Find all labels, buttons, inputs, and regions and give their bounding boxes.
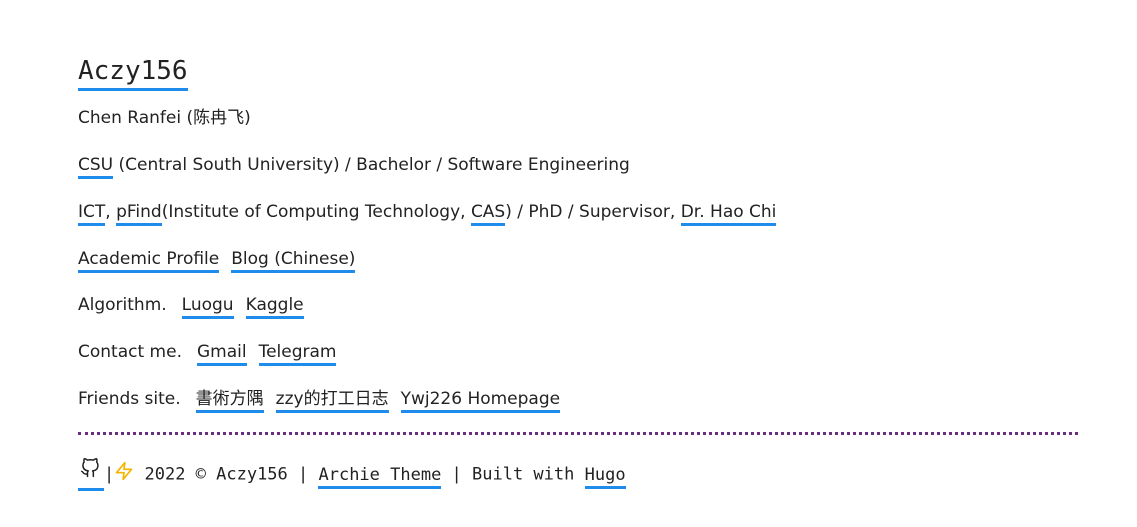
gmail-link[interactable]: Gmail: [196, 342, 247, 366]
pfind-link[interactable]: pFind: [116, 202, 162, 226]
archie-theme-link[interactable]: Archie Theme: [318, 464, 442, 489]
education-line: CSU (Central South University) / Bachelo…: [78, 153, 630, 179]
friend-site-1-link[interactable]: 書術方隅: [195, 389, 264, 413]
csu-link[interactable]: CSU: [78, 155, 114, 179]
kaggle-link[interactable]: Kaggle: [245, 295, 304, 319]
footer: | 2022 © Aczy156 | Archie Theme | Built …: [78, 458, 626, 491]
telegram-link[interactable]: Telegram: [258, 342, 337, 366]
friends-line: Friends site. 書術方隅 zzy的打工日志 Ywj226 Homepage: [78, 387, 561, 413]
site-title-link[interactable]: Aczy156: [78, 54, 188, 91]
phd-text: ) / PhD / Supervisor,: [505, 202, 681, 222]
supervisor-link[interactable]: Dr. Hao Chi: [680, 202, 777, 226]
education-text: (Central South University) / Bachelor / …: [113, 155, 630, 175]
research-line: ICT, pFind(Institute of Computing Techno…: [78, 200, 777, 226]
contact-line: Contact me. Gmail Telegram: [78, 340, 337, 366]
github-icon[interactable]: [78, 458, 104, 491]
friends-label: Friends site.: [78, 389, 181, 409]
comma-text: ,: [105, 202, 117, 222]
copyright-text: 2022 © Aczy156 |: [134, 464, 319, 485]
footer-pipe: |: [104, 464, 115, 485]
lightning-icon[interactable]: [114, 460, 134, 490]
name-text: Chen Ranfei (陈冉飞): [78, 108, 251, 128]
algorithm-line: Algorithm. Luogu Kaggle: [78, 293, 304, 319]
built-with-text: | Built with: [441, 464, 585, 485]
algorithm-label: Algorithm.: [78, 295, 167, 315]
hugo-link[interactable]: Hugo: [584, 464, 626, 489]
luogu-link[interactable]: Luogu: [181, 295, 234, 319]
ict-link[interactable]: ICT: [78, 202, 106, 226]
friend-site-2-link[interactable]: zzy的打工日志: [275, 389, 389, 413]
footer-divider: [78, 432, 1078, 435]
name-line: Chen Ranfei (陈冉飞): [78, 106, 251, 130]
blog-link[interactable]: Blog (Chinese): [231, 249, 356, 273]
friend-site-3-link[interactable]: Ywj226 Homepage: [400, 389, 561, 413]
profiles-line: Academic Profile Blog (Chinese): [78, 247, 356, 273]
academic-profile-link[interactable]: Academic Profile: [78, 249, 220, 273]
cas-link[interactable]: CAS: [470, 202, 506, 226]
contact-label: Contact me.: [78, 342, 182, 362]
institute-text: (Institute of Computing Technology,: [161, 202, 471, 222]
